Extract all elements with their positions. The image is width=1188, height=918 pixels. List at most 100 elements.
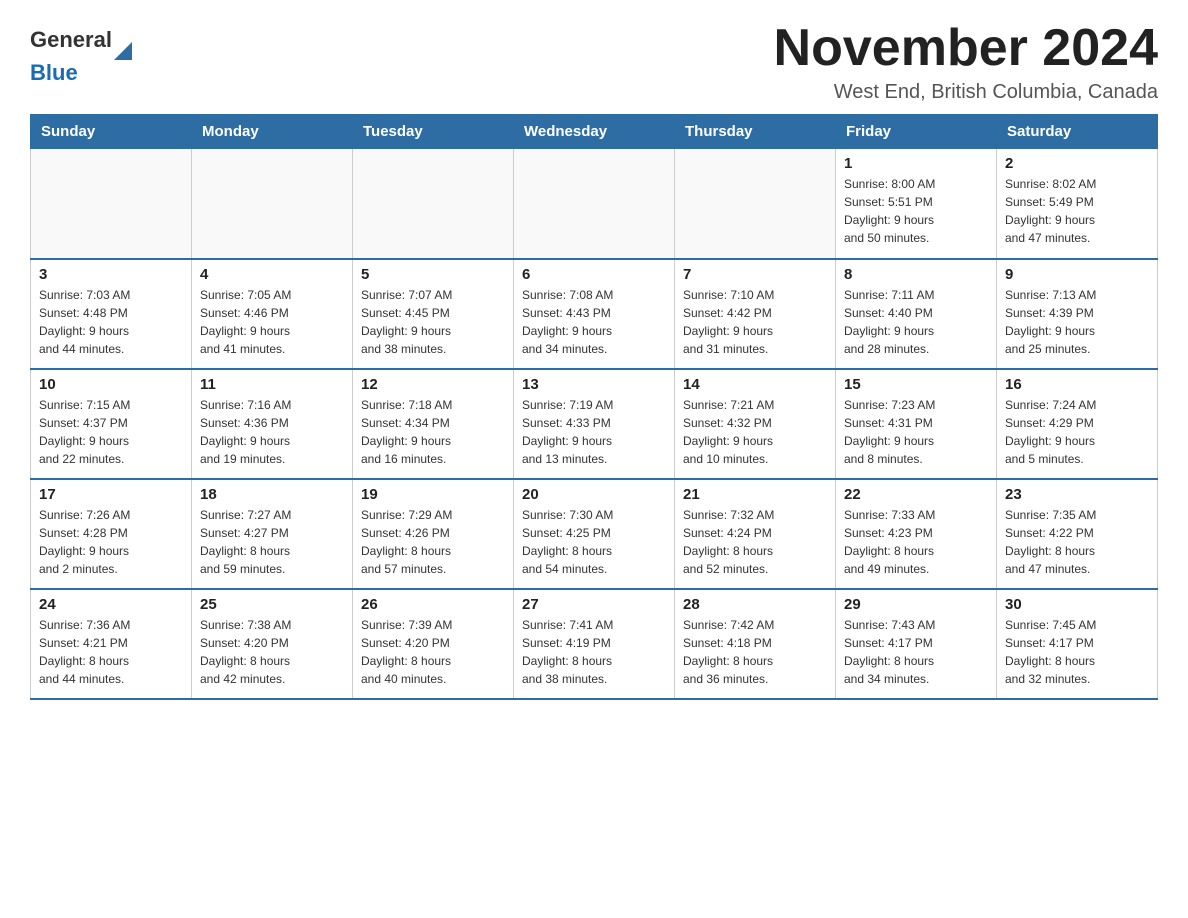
day-number: 5 [361, 266, 505, 283]
table-row: 27 Sunrise: 7:41 AMSunset: 4:19 PMDayligh… [514, 589, 675, 699]
table-row [514, 149, 675, 259]
table-row: 29 Sunrise: 7:43 AMSunset: 4:17 PMDayligh… [836, 589, 997, 699]
day-number: 6 [522, 266, 666, 283]
day-number: 12 [361, 376, 505, 393]
day-number: 21 [683, 486, 827, 503]
day-number: 7 [683, 266, 827, 283]
table-row: 26Sunrise: 7:39 AMSunset: 4:20 PMDayligh… [353, 589, 514, 699]
day-number: 13 [522, 376, 666, 393]
day-number: 24 [39, 596, 183, 613]
day-number: 11 [200, 376, 344, 393]
table-row: 17Sunrise: 7:26 AMSunset: 4:28 PMDayligh… [31, 479, 192, 589]
day-number: 2 [1005, 155, 1149, 172]
day-info: Sunrise: 7:32 AMSunset: 4:24 PMDaylight:… [683, 506, 827, 578]
table-row: 13 Sunrise: 7:19 AMSunset: 4:33 PMDayligh… [514, 369, 675, 479]
table-row: 2Sunrise: 8:02 AMSunset: 5:49 PMDaylight… [997, 149, 1158, 259]
table-row: 19 Sunrise: 7:29 AMSunset: 4:26 PMDayligh… [353, 479, 514, 589]
day-number: 4 [200, 266, 344, 283]
day-info: Sunrise: 7:18 AMSunset: 4:34 PMDaylight:… [361, 396, 505, 468]
calendar-week-row: 3 Sunrise: 7:03 AMSunset: 4:48 PMDaylight… [31, 259, 1158, 369]
day-info: Sunrise: 7:41 AMSunset: 4:19 PMDaylight:… [522, 616, 666, 688]
day-number: 29 [844, 596, 988, 613]
table-row [31, 149, 192, 259]
day-number: 10 [39, 376, 183, 393]
day-info: Sunrise: 8:00 AMSunset: 5:51 PMDaylight:… [844, 175, 988, 247]
calendar-header-row: Sunday Monday Tuesday Wednesday Thursday… [31, 115, 1158, 149]
page-header: General Blue November 2024 West End, Bri… [30, 20, 1158, 104]
title-section: November 2024 West End, British Columbia… [774, 20, 1158, 104]
logo-blue-text: Blue [30, 60, 78, 86]
calendar-week-row: 17Sunrise: 7:26 AMSunset: 4:28 PMDayligh… [31, 479, 1158, 589]
day-info: Sunrise: 7:07 AMSunset: 4:45 PMDaylight:… [361, 286, 505, 358]
table-row: 16Sunrise: 7:24 AMSunset: 4:29 PMDayligh… [997, 369, 1158, 479]
day-info: Sunrise: 7:16 AMSunset: 4:36 PMDaylight:… [200, 396, 344, 468]
table-row: 4 Sunrise: 7:05 AMSunset: 4:46 PMDaylight… [192, 259, 353, 369]
location-text: West End, British Columbia, Canada [774, 81, 1158, 104]
table-row: 1Sunrise: 8:00 AMSunset: 5:51 PMDaylight… [836, 149, 997, 259]
day-info: Sunrise: 7:08 AMSunset: 4:43 PMDaylight:… [522, 286, 666, 358]
day-number: 8 [844, 266, 988, 283]
day-info: Sunrise: 7:42 AMSunset: 4:18 PMDaylight:… [683, 616, 827, 688]
table-row [353, 149, 514, 259]
table-row: 20 Sunrise: 7:30 AMSunset: 4:25 PMDayligh… [514, 479, 675, 589]
day-info: Sunrise: 7:21 AMSunset: 4:32 PMDaylight:… [683, 396, 827, 468]
day-number: 25 [200, 596, 344, 613]
col-wednesday: Wednesday [514, 115, 675, 149]
table-row: 10 Sunrise: 7:15 AMSunset: 4:37 PMDayligh… [31, 369, 192, 479]
day-info: Sunrise: 7:19 AMSunset: 4:33 PMDaylight:… [522, 396, 666, 468]
day-number: 22 [844, 486, 988, 503]
day-number: 23 [1005, 486, 1149, 503]
day-info: Sunrise: 7:11 AMSunset: 4:40 PMDaylight:… [844, 286, 988, 358]
table-row: 11 Sunrise: 7:16 AMSunset: 4:36 PMDayligh… [192, 369, 353, 479]
table-row [675, 149, 836, 259]
table-row: 28 Sunrise: 7:42 AMSunset: 4:18 PMDayligh… [675, 589, 836, 699]
day-info: Sunrise: 7:43 AMSunset: 4:17 PMDaylight:… [844, 616, 988, 688]
col-tuesday: Tuesday [353, 115, 514, 149]
day-info: Sunrise: 7:13 AMSunset: 4:39 PMDaylight:… [1005, 286, 1149, 358]
table-row: 7 Sunrise: 7:10 AMSunset: 4:42 PMDaylight… [675, 259, 836, 369]
day-info: Sunrise: 7:23 AMSunset: 4:31 PMDaylight:… [844, 396, 988, 468]
day-info: Sunrise: 7:38 AMSunset: 4:20 PMDaylight:… [200, 616, 344, 688]
table-row: 24 Sunrise: 7:36 AMSunset: 4:21 PMDayligh… [31, 589, 192, 699]
day-info: Sunrise: 7:36 AMSunset: 4:21 PMDaylight:… [39, 616, 183, 688]
col-sunday: Sunday [31, 115, 192, 149]
day-number: 19 [361, 486, 505, 503]
day-info: Sunrise: 7:10 AMSunset: 4:42 PMDaylight:… [683, 286, 827, 358]
day-info: Sunrise: 7:30 AMSunset: 4:25 PMDaylight:… [522, 506, 666, 578]
day-number: 28 [683, 596, 827, 613]
day-info: Sunrise: 7:03 AMSunset: 4:48 PMDaylight:… [39, 286, 183, 358]
month-title: November 2024 [774, 20, 1158, 77]
col-thursday: Thursday [675, 115, 836, 149]
day-info: Sunrise: 7:27 AMSunset: 4:27 PMDaylight:… [200, 506, 344, 578]
col-saturday: Saturday [997, 115, 1158, 149]
day-info: Sunrise: 7:35 AMSunset: 4:22 PMDaylight:… [1005, 506, 1149, 578]
table-row: 9Sunrise: 7:13 AMSunset: 4:39 PMDaylight… [997, 259, 1158, 369]
day-info: Sunrise: 7:29 AMSunset: 4:26 PMDaylight:… [361, 506, 505, 578]
day-info: Sunrise: 7:33 AMSunset: 4:23 PMDaylight:… [844, 506, 988, 578]
day-number: 3 [39, 266, 183, 283]
table-row: 25 Sunrise: 7:38 AMSunset: 4:20 PMDayligh… [192, 589, 353, 699]
table-row: 30Sunrise: 7:45 AMSunset: 4:17 PMDayligh… [997, 589, 1158, 699]
table-row: 22 Sunrise: 7:33 AMSunset: 4:23 PMDayligh… [836, 479, 997, 589]
table-row: 6 Sunrise: 7:08 AMSunset: 4:43 PMDaylight… [514, 259, 675, 369]
table-row: 15 Sunrise: 7:23 AMSunset: 4:31 PMDayligh… [836, 369, 997, 479]
calendar-week-row: 1Sunrise: 8:00 AMSunset: 5:51 PMDaylight… [31, 149, 1158, 259]
col-monday: Monday [192, 115, 353, 149]
day-number: 27 [522, 596, 666, 613]
table-row: 21 Sunrise: 7:32 AMSunset: 4:24 PMDayligh… [675, 479, 836, 589]
logo-general-text: General [30, 27, 112, 53]
day-info: Sunrise: 7:15 AMSunset: 4:37 PMDaylight:… [39, 396, 183, 468]
day-info: Sunrise: 7:05 AMSunset: 4:46 PMDaylight:… [200, 286, 344, 358]
table-row: 5 Sunrise: 7:07 AMSunset: 4:45 PMDaylight… [353, 259, 514, 369]
table-row: 18 Sunrise: 7:27 AMSunset: 4:27 PMDayligh… [192, 479, 353, 589]
day-info: Sunrise: 7:39 AMSunset: 4:20 PMDaylight:… [361, 616, 505, 688]
table-row: 12 Sunrise: 7:18 AMSunset: 4:34 PMDayligh… [353, 369, 514, 479]
calendar-week-row: 24 Sunrise: 7:36 AMSunset: 4:21 PMDayligh… [31, 589, 1158, 699]
day-number: 15 [844, 376, 988, 393]
day-number: 20 [522, 486, 666, 503]
calendar-week-row: 10 Sunrise: 7:15 AMSunset: 4:37 PMDayligh… [31, 369, 1158, 479]
day-number: 18 [200, 486, 344, 503]
day-info: Sunrise: 7:24 AMSunset: 4:29 PMDaylight:… [1005, 396, 1149, 468]
logo: General Blue [30, 20, 132, 86]
col-friday: Friday [836, 115, 997, 149]
